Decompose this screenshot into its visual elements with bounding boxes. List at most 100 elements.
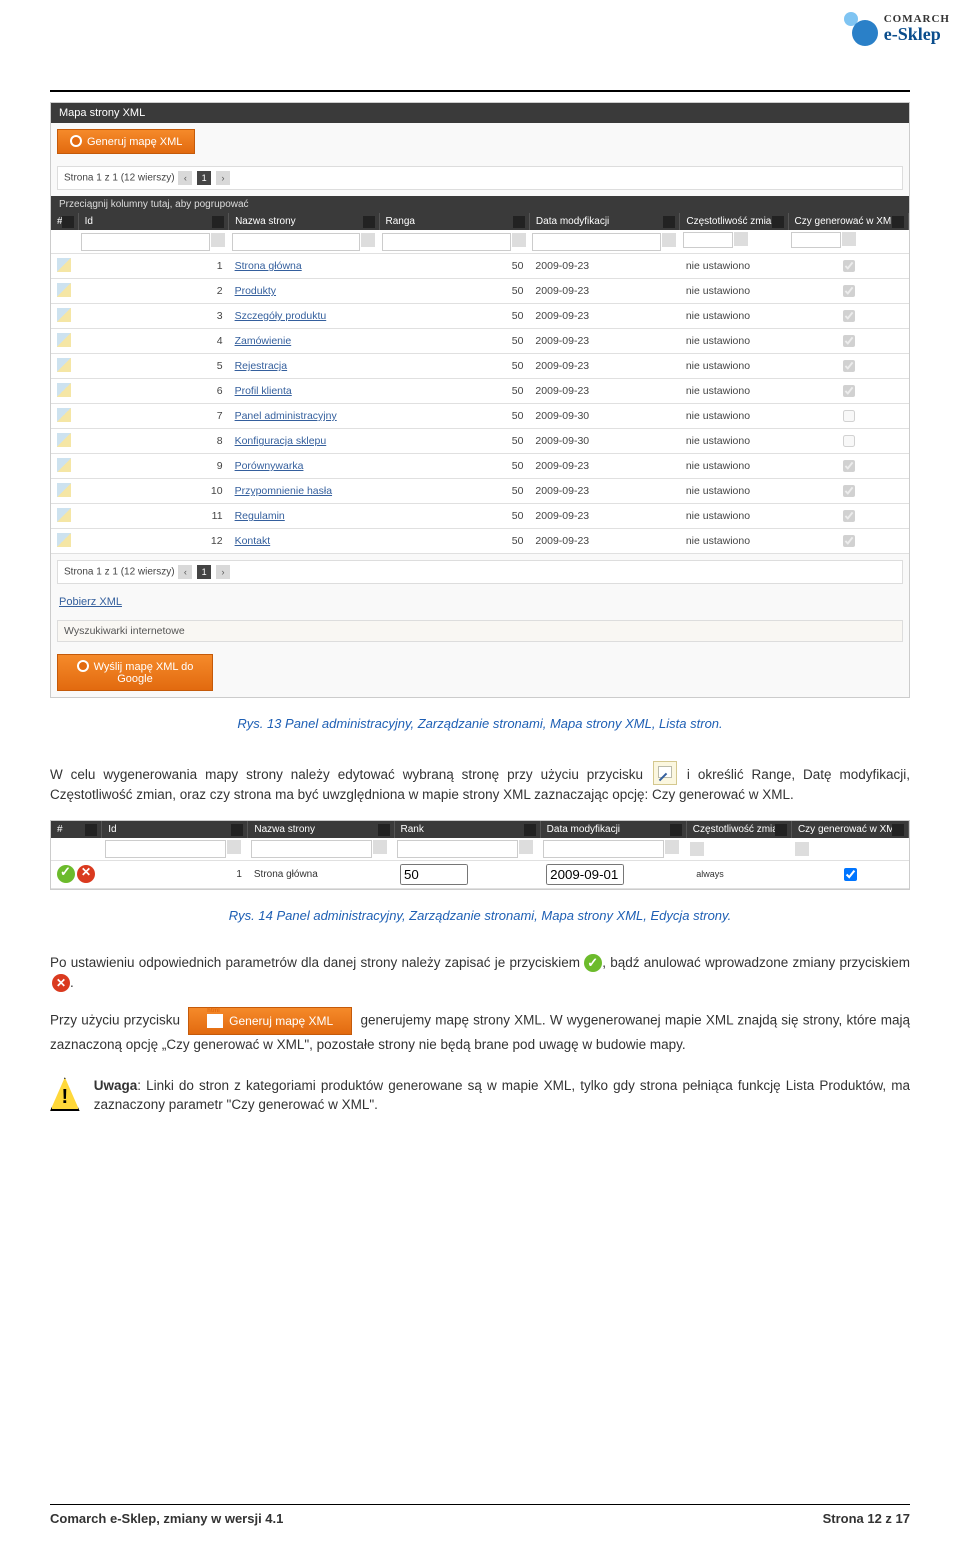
sort-icon[interactable] (892, 824, 904, 836)
generate-xml-checkbox[interactable] (843, 335, 855, 347)
col-header[interactable]: Nazwa strony (229, 213, 379, 230)
sort-icon[interactable] (62, 216, 74, 228)
page-name-link[interactable]: Profil klienta (235, 385, 292, 397)
generate-xml-checkbox[interactable] (843, 460, 855, 472)
col-header[interactable]: Czy generować w XML (788, 213, 908, 230)
sort-icon[interactable] (892, 216, 904, 228)
page-name-link[interactable]: Konfiguracja sklepu (235, 435, 327, 447)
pager-page-1[interactable]: 1 (197, 171, 211, 185)
filter-input[interactable] (105, 840, 226, 858)
edit-icon[interactable] (57, 458, 71, 472)
generate-xml-checkbox[interactable] (843, 360, 855, 372)
filter-input[interactable] (81, 233, 210, 251)
sort-icon[interactable] (212, 216, 224, 228)
filter-input[interactable] (532, 233, 661, 251)
filter-button[interactable] (519, 840, 533, 854)
date-input[interactable] (546, 864, 624, 885)
sort-icon[interactable] (85, 824, 97, 836)
generate-xml-checkbox[interactable] (843, 385, 855, 397)
freq-dropdown[interactable]: always (692, 869, 728, 879)
filter-input[interactable] (251, 840, 372, 858)
sort-icon[interactable] (524, 824, 536, 836)
edit-icon[interactable] (57, 533, 71, 547)
col-header[interactable]: # (51, 821, 102, 838)
col-header[interactable]: Nazwa strony (248, 821, 394, 838)
filter-dropdown[interactable] (683, 232, 733, 248)
generate-xml-checkbox[interactable] (843, 435, 855, 447)
sort-icon[interactable] (772, 216, 784, 228)
page-name-link[interactable]: Porównywarka (235, 460, 304, 472)
generate-xml-checkbox[interactable] (843, 410, 855, 422)
generate-xml-checkbox[interactable] (844, 868, 857, 881)
col-header[interactable]: Rank (394, 821, 540, 838)
sort-icon[interactable] (231, 824, 243, 836)
generate-map-button[interactable]: Generuj mapę XML (57, 129, 195, 154)
edit-icon[interactable] (57, 383, 71, 397)
page-name-link[interactable]: Strona główna (235, 260, 302, 272)
pager-prev[interactable]: ‹ (178, 171, 192, 185)
col-header[interactable]: Częstotliwość zmian (680, 213, 788, 230)
pager-next-bottom[interactable]: › (216, 565, 230, 579)
page-name-link[interactable]: Zamówienie (235, 335, 292, 347)
generate-xml-checkbox[interactable] (843, 285, 855, 297)
filter-button[interactable] (662, 233, 676, 247)
sort-icon[interactable] (670, 824, 682, 836)
sort-icon[interactable] (363, 216, 375, 228)
page-name-link[interactable]: Panel administracyjny (235, 410, 337, 422)
col-header[interactable]: # (51, 213, 78, 230)
filter-button[interactable] (665, 840, 679, 854)
edit-icon[interactable] (57, 408, 71, 422)
filter-button[interactable] (734, 232, 748, 246)
generate-xml-checkbox[interactable] (843, 260, 855, 272)
sort-icon[interactable] (513, 216, 525, 228)
page-name-link[interactable]: Regulamin (235, 510, 285, 522)
filter-button[interactable] (842, 232, 856, 246)
filter-input[interactable] (397, 840, 518, 858)
sort-icon[interactable] (378, 824, 390, 836)
page-name-link[interactable]: Rejestracja (235, 360, 288, 372)
filter-button[interactable] (795, 842, 809, 856)
page-name-link[interactable]: Produkty (235, 285, 276, 297)
pager-page-1-bottom[interactable]: 1 (197, 565, 211, 579)
filter-input[interactable] (232, 233, 361, 251)
sort-icon[interactable] (775, 824, 787, 836)
col-header[interactable]: Czy generować w XML (791, 821, 908, 838)
page-name-link[interactable]: Szczegóły produktu (235, 310, 327, 322)
edit-icon[interactable] (57, 358, 71, 372)
filter-button[interactable] (361, 233, 375, 247)
download-xml-link[interactable]: Pobierz XML (59, 596, 122, 608)
edit-icon[interactable] (57, 333, 71, 347)
save-row-button[interactable] (57, 865, 75, 883)
generate-xml-checkbox[interactable] (843, 535, 855, 547)
edit-icon[interactable] (57, 483, 71, 497)
col-header[interactable]: Id (78, 213, 228, 230)
col-header[interactable]: Data modyfikacji (540, 821, 686, 838)
filter-button[interactable] (373, 840, 387, 854)
group-by-bar[interactable]: Przeciągnij kolumny tutaj, aby pogrupowa… (51, 196, 909, 213)
pager-prev-bottom[interactable]: ‹ (178, 565, 192, 579)
filter-button[interactable] (690, 842, 704, 856)
col-header[interactable]: Częstotliwość zmian (686, 821, 791, 838)
sort-icon[interactable] (663, 216, 675, 228)
pager-next[interactable]: › (216, 171, 230, 185)
generate-xml-checkbox[interactable] (843, 310, 855, 322)
col-header[interactable]: Id (102, 821, 248, 838)
cancel-row-button[interactable] (77, 865, 95, 883)
filter-dropdown[interactable] (791, 232, 841, 248)
send-map-google-button[interactable]: Wyślij mapę XML do Google (57, 654, 213, 691)
generate-xml-checkbox[interactable] (843, 510, 855, 522)
filter-button[interactable] (512, 233, 526, 247)
edit-icon[interactable] (57, 433, 71, 447)
rank-input[interactable] (400, 864, 468, 885)
edit-icon[interactable] (57, 283, 71, 297)
generate-xml-checkbox[interactable] (843, 485, 855, 497)
filter-button[interactable] (227, 840, 241, 854)
col-header[interactable]: Data modyfikacji (529, 213, 679, 230)
edit-icon[interactable] (57, 258, 71, 272)
edit-icon[interactable] (57, 308, 71, 322)
page-name-link[interactable]: Przypomnienie hasła (235, 485, 332, 497)
page-name-link[interactable]: Kontakt (235, 535, 271, 547)
col-header[interactable]: Ranga (379, 213, 529, 230)
filter-input[interactable] (543, 840, 664, 858)
edit-icon[interactable] (57, 508, 71, 522)
